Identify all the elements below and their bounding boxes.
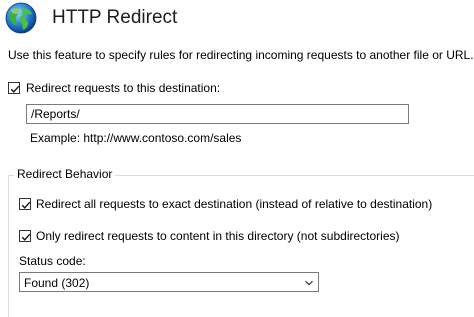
- redirect-behavior-legend: Redirect Behavior: [14, 167, 116, 181]
- group-border-left: [8, 175, 9, 317]
- destination-example: Example: http://www.contoso.com/sales: [30, 131, 242, 145]
- status-code-select[interactable]: Found (302): [19, 272, 319, 292]
- exact-destination-checkbox[interactable]: [19, 198, 31, 210]
- redirect-destination-checkbox[interactable]: [8, 82, 20, 94]
- only-this-directory-checkbox[interactable]: [19, 230, 31, 242]
- checkmark-icon: [21, 233, 31, 241]
- status-code-label: Status code:: [19, 254, 86, 268]
- checkmark-icon: [10, 85, 20, 93]
- only-this-directory-label: Only redirect requests to content in thi…: [36, 229, 400, 243]
- feature-description: Use this feature to specify rules for re…: [8, 48, 474, 62]
- chevron-down-icon: [304, 277, 314, 291]
- status-code-value: Found (302): [24, 276, 90, 290]
- destination-input[interactable]: [26, 104, 409, 124]
- redirect-destination-label: Redirect requests to this destination:: [26, 81, 221, 95]
- globe-icon: [4, 1, 38, 35]
- exact-destination-label: Redirect all requests to exact destinati…: [36, 197, 433, 211]
- checkmark-icon: [21, 201, 31, 209]
- page-title: HTTP Redirect: [52, 7, 178, 28]
